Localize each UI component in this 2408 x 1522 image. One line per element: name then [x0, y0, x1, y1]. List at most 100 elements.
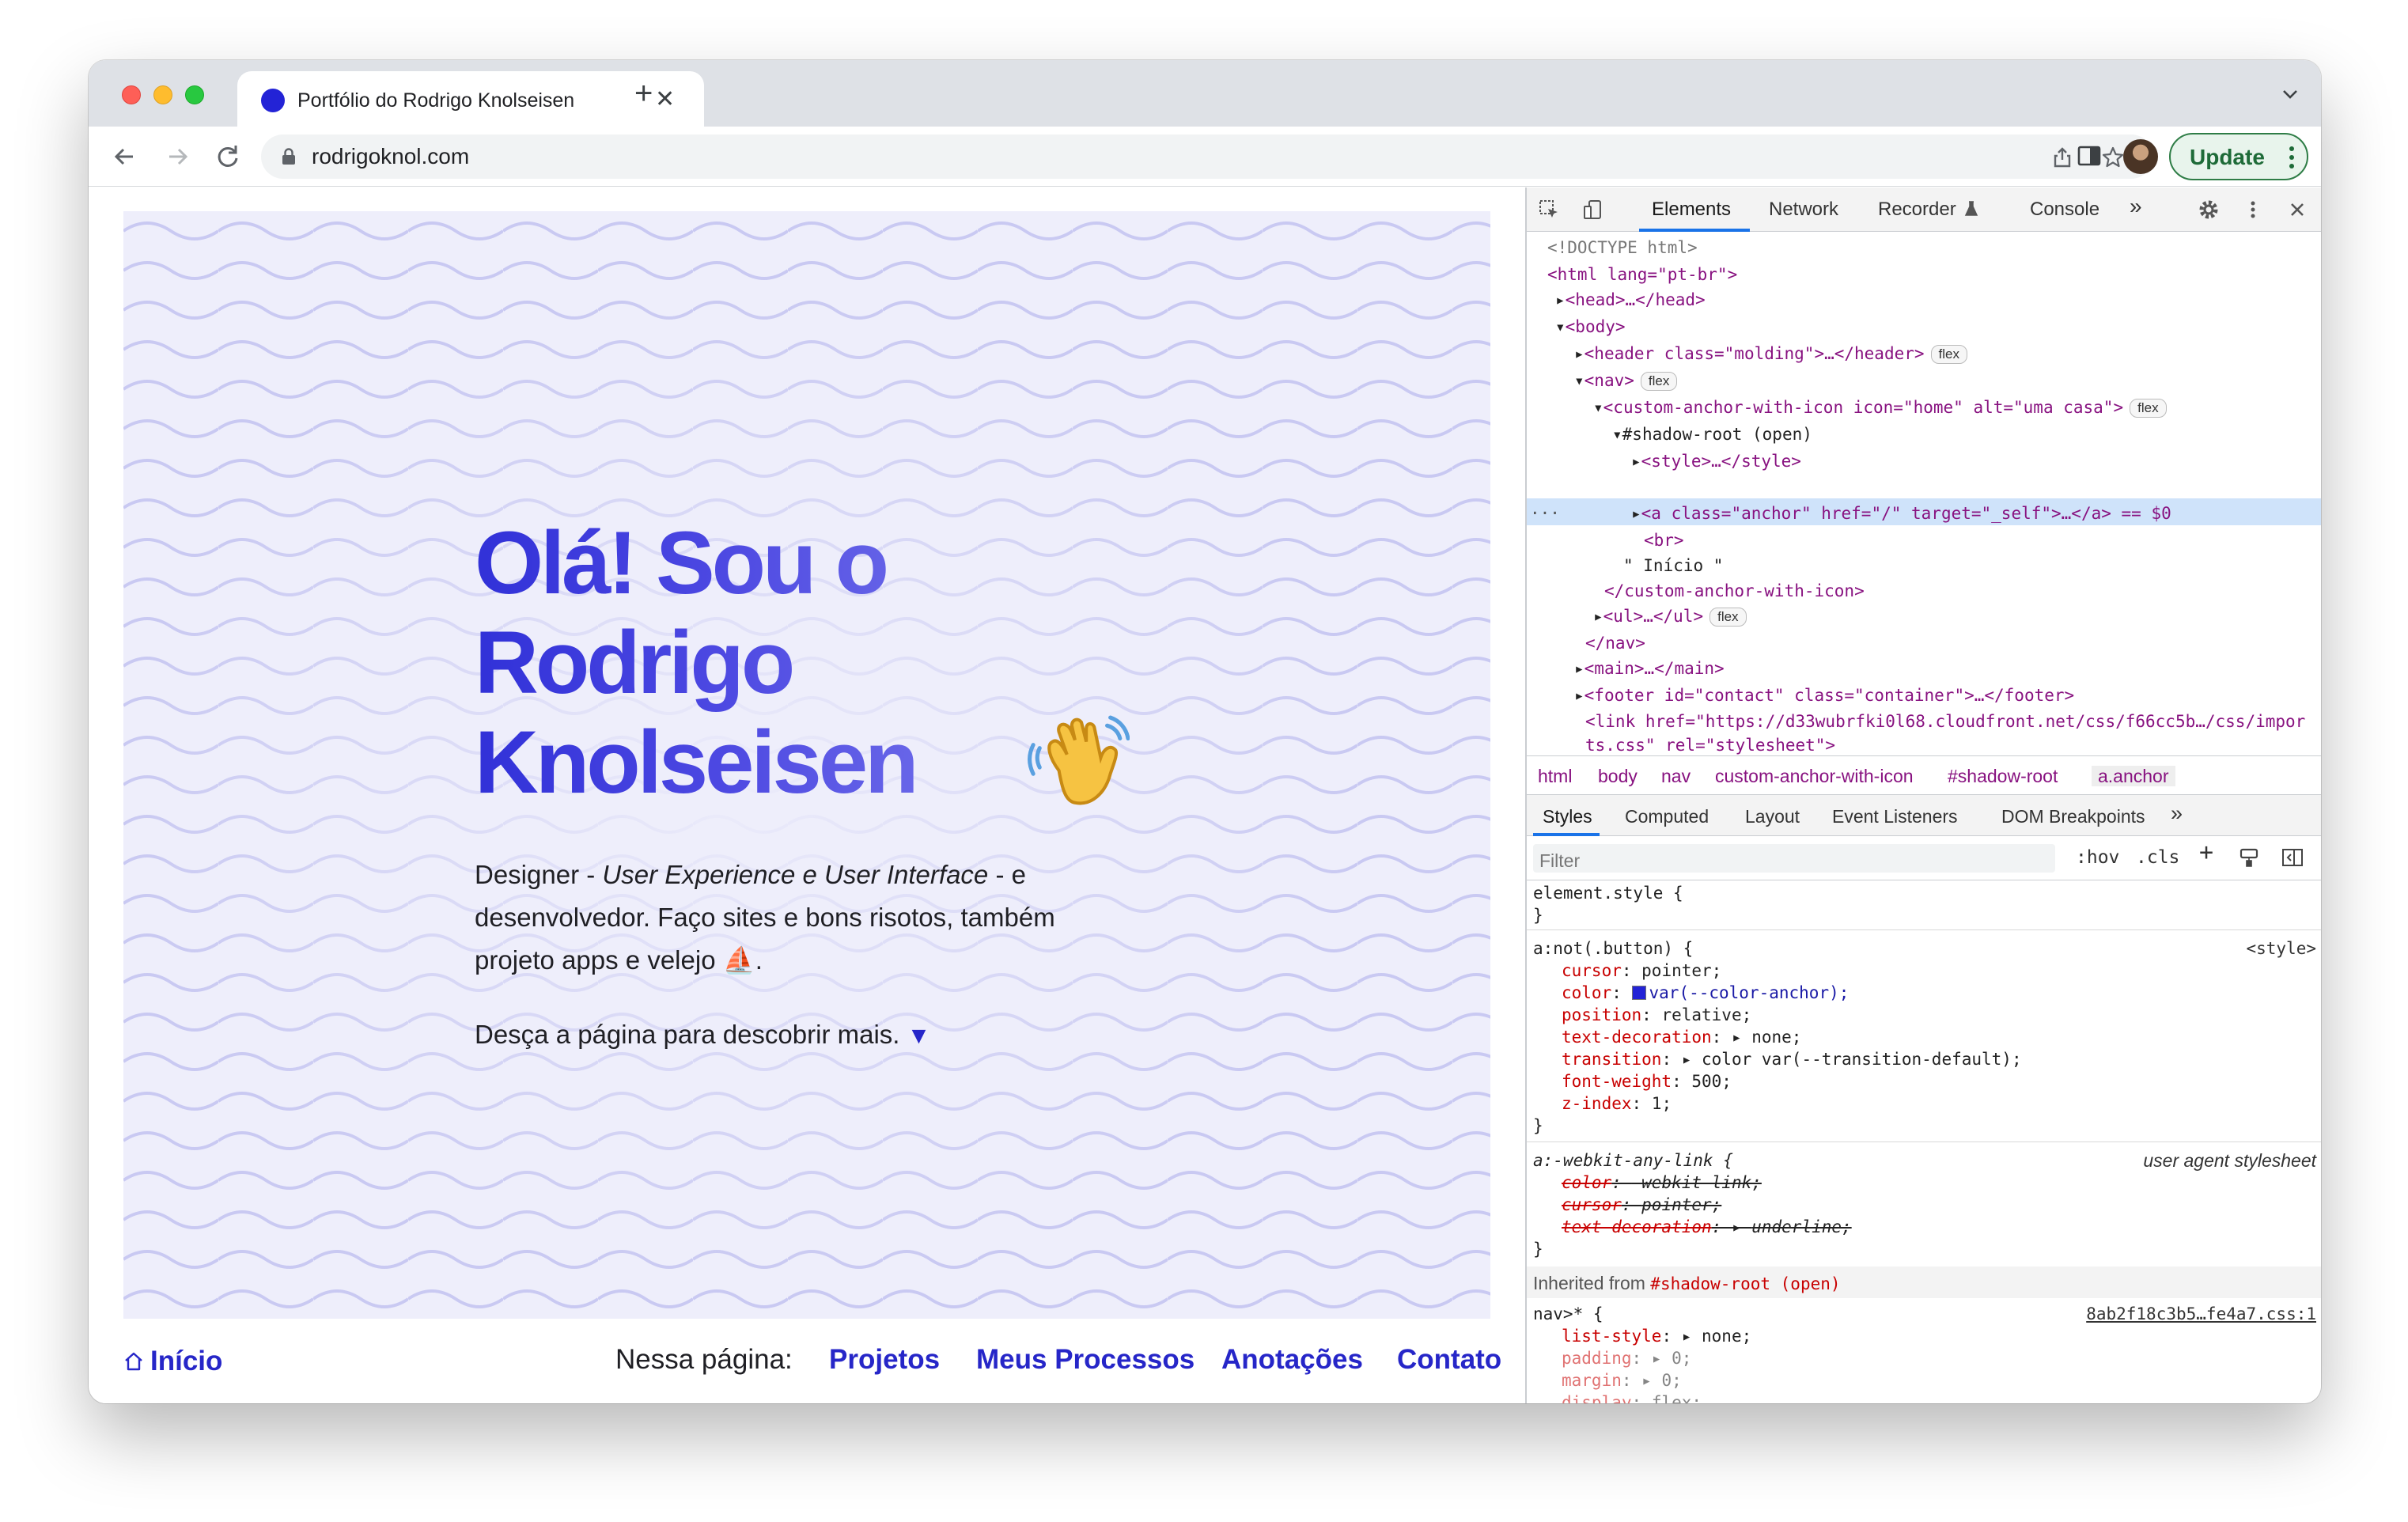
reload-icon[interactable] — [212, 141, 244, 172]
dom-line[interactable]: ▸<ul>…</ul> flex — [1593, 604, 1747, 629]
close-brace: } — [1533, 1116, 1543, 1135]
css-declaration-inactive[interactable]: margin: ▸ 0; — [1562, 1369, 1682, 1391]
dom-line[interactable]: ▾<nav> flex — [1574, 368, 1678, 393]
more-subtabs-chevron-icon[interactable]: » — [2171, 803, 2183, 824]
dom-line[interactable]: ▸<main>…</main> — [1574, 656, 1725, 681]
more-menu-icon[interactable] — [2289, 144, 2294, 171]
url-text[interactable]: rodrigoknol.com — [312, 144, 469, 169]
tab-close-icon[interactable]: ✕ — [655, 85, 675, 114]
flex-badge[interactable]: flex — [1709, 608, 1747, 627]
dom-line[interactable]: <!DOCTYPE html> — [1547, 235, 1698, 260]
element-style-selector[interactable]: element.style { — [1533, 882, 1683, 904]
inherited-from-link[interactable]: #shadow-root (open) — [1650, 1274, 1840, 1293]
tab-search-chevron-icon[interactable] — [2280, 84, 2300, 104]
rule-source-link[interactable]: 8ab2f18c3b5…fe4a7.css:1 — [2086, 1303, 2316, 1325]
bookmark-star-icon[interactable] — [2101, 146, 2125, 169]
address-bar[interactable]: rodrigoknol.com — [261, 134, 2153, 179]
css-declaration[interactable]: z-index: 1; — [1562, 1092, 1672, 1115]
css-declaration-overridden[interactable]: color: -webkit-link; — [1562, 1172, 1762, 1194]
device-toggle-icon[interactable] — [1582, 199, 1604, 221]
close-devtools-icon[interactable] — [2286, 199, 2308, 221]
dom-line-selected[interactable]: ▸<a class="anchor" href="/" target="_sel… — [1631, 501, 2171, 526]
back-arrow-icon[interactable] — [109, 141, 141, 172]
side-panel-icon[interactable] — [2076, 142, 2103, 169]
breadcrumb-html[interactable]: html — [1538, 766, 1572, 786]
breadcrumb-shadow-root[interactable]: #shadow-root — [1948, 766, 2058, 786]
flex-badge[interactable]: flex — [1640, 372, 1678, 391]
kebab-menu-icon[interactable] — [2242, 199, 2264, 221]
update-button[interactable]: Update — [2169, 133, 2308, 180]
rule-source-link[interactable]: <style> — [2246, 937, 2316, 960]
rule-selector[interactable]: nav>* { — [1533, 1303, 1603, 1325]
minimize-window-button[interactable] — [153, 85, 172, 104]
hov-button[interactable]: :hov — [2076, 847, 2119, 868]
tab-dom-breakpoints[interactable]: DOM Breakpoints — [2001, 806, 2145, 827]
css-declaration[interactable]: list-style: ▸ none; — [1562, 1325, 1751, 1347]
tab-computed[interactable]: Computed — [1625, 806, 1709, 827]
css-declaration-overridden[interactable]: cursor: pointer; — [1562, 1194, 1721, 1216]
nav-link-meus-processos[interactable]: Meus Processos — [976, 1344, 1195, 1376]
css-declaration[interactable]: position: relative; — [1562, 1004, 1751, 1026]
dom-line[interactable]: <br> — [1644, 528, 1684, 553]
tab-recorder[interactable]: Recorder — [1878, 199, 1956, 221]
tab-console[interactable]: Console — [2030, 199, 2099, 221]
breadcrumb-a-anchor[interactable]: a.anchor — [2092, 766, 2175, 786]
tab-event-listeners[interactable]: Event Listeners — [1832, 806, 1958, 827]
close-window-button[interactable] — [122, 85, 141, 104]
breadcrumb-nav[interactable]: nav — [1661, 766, 1691, 786]
dom-line[interactable]: ▸<head>…</head> — [1555, 287, 1706, 312]
css-declaration-overridden[interactable]: text-decoration: ▸ underline; — [1562, 1216, 1852, 1238]
css-declaration[interactable]: cursor: pointer; — [1562, 960, 1721, 982]
add-rule-icon[interactable]: + — [2199, 841, 2213, 865]
dom-line[interactable]: " Início " — [1623, 553, 1723, 578]
dom-line[interactable]: ▾<body> — [1555, 314, 1626, 339]
css-declaration[interactable]: transition: ▸ color var(--transition-def… — [1562, 1048, 2022, 1070]
css-declaration-inactive[interactable]: display: flex; — [1562, 1391, 1702, 1403]
tab-layout[interactable]: Layout — [1745, 806, 1800, 827]
dom-line[interactable]: </custom-anchor-with-icon> — [1604, 578, 1865, 604]
tab-elements[interactable]: Elements — [1652, 199, 1731, 221]
nav-link-projetos[interactable]: Projetos — [829, 1344, 940, 1376]
nav-link-contato[interactable]: Contato — [1397, 1344, 1501, 1376]
breadcrumb-custom-anchor[interactable]: custom-anchor-with-icon — [1715, 766, 1914, 786]
tab-network[interactable]: Network — [1769, 199, 1838, 221]
dom-row-ellipsis[interactable]: ··· — [1530, 501, 1560, 526]
dom-line[interactable]: ▸<style>…</style> — [1631, 449, 1801, 474]
nav-link-anotacoes[interactable]: Anotações — [1221, 1344, 1363, 1376]
home-link[interactable]: Início — [123, 1346, 222, 1377]
hero-description: Designer - User Experience e User Interf… — [475, 854, 1131, 982]
dom-line[interactable]: </nav> — [1585, 630, 1645, 656]
new-tab-button[interactable]: + — [634, 76, 653, 111]
dom-line[interactable]: ▾#shadow-root (open) — [1612, 422, 1812, 447]
forward-arrow-icon[interactable] — [161, 141, 193, 172]
flex-badge[interactable]: flex — [1930, 345, 1967, 364]
cls-button[interactable]: .cls — [2136, 847, 2179, 868]
paint-brush-icon[interactable] — [2239, 847, 2259, 868]
hero-desc-part-1: Designer - — [475, 860, 603, 889]
share-icon[interactable] — [2050, 146, 2074, 169]
rule-selector[interactable]: a:not(.button) { — [1533, 937, 1693, 960]
css-declaration[interactable]: text-decoration: ▸ none; — [1562, 1026, 1801, 1048]
inspect-element-icon[interactable] — [1538, 199, 1560, 221]
toggle-sidebar-icon[interactable] — [2281, 847, 2304, 868]
css-declaration[interactable]: color: var(--color-anchor); — [1562, 982, 1849, 1004]
styles-filter-input[interactable]: Filter — [1533, 844, 2055, 873]
zoom-window-button[interactable] — [185, 85, 204, 104]
breadcrumb-body[interactable]: body — [1598, 766, 1638, 786]
profile-avatar[interactable] — [2123, 139, 2158, 174]
close-brace: } — [1533, 1240, 1543, 1259]
lock-icon[interactable] — [282, 148, 296, 165]
dom-line[interactable]: ▸<header class="molding">…</header> flex — [1574, 341, 1967, 366]
rule-selector[interactable]: a:-webkit-any-link { — [1533, 1149, 1733, 1172]
css-declaration[interactable]: font-weight: 500; — [1562, 1070, 1732, 1092]
gear-icon[interactable] — [2198, 199, 2220, 221]
dom-line[interactable]: ▸<footer id="contact" class="container">… — [1574, 683, 2074, 708]
dom-line[interactable]: ▾<custom-anchor-with-icon icon="home" al… — [1593, 395, 2167, 420]
color-swatch-icon[interactable] — [1631, 986, 1646, 1000]
tab-styles[interactable]: Styles — [1543, 806, 1592, 827]
css-declaration-inactive[interactable]: padding: ▸ 0; — [1562, 1347, 1691, 1369]
dom-line[interactable]: <html lang="pt-br"> — [1547, 262, 1737, 287]
dom-line[interactable]: <link href="https://d33wubrfki0l68.cloud… — [1585, 710, 2313, 755]
flex-badge[interactable]: flex — [2130, 399, 2167, 418]
more-tabs-chevron-icon[interactable]: » — [2130, 195, 2142, 218]
